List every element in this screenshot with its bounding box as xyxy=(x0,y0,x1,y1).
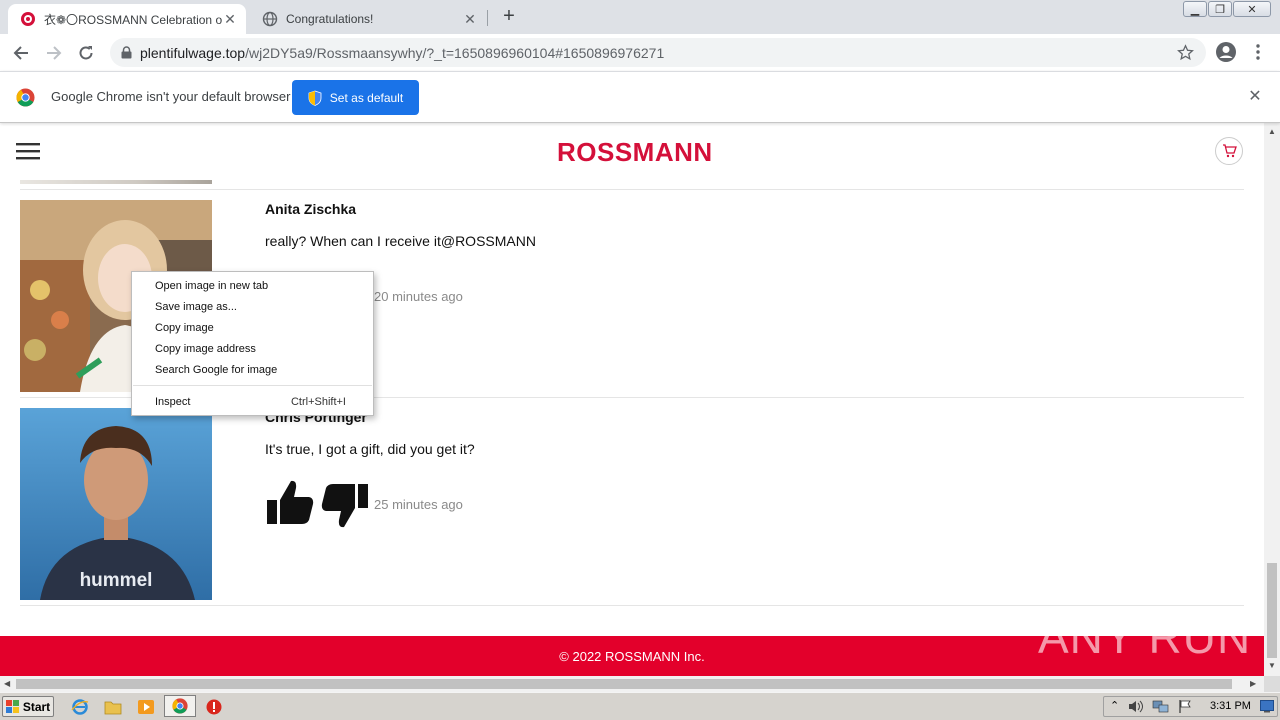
horizontal-scrollbar[interactable]: ◀ ▶ xyxy=(0,676,1264,692)
horizontal-scroll-thumb[interactable] xyxy=(16,679,1232,689)
ctx-copy-image-address[interactable]: Copy image address xyxy=(132,339,373,360)
vertical-scrollbar[interactable]: ▲ ▼ xyxy=(1264,123,1280,676)
site-header: ROSSMANN xyxy=(0,123,1264,180)
close-tab-icon[interactable]: ✕ xyxy=(222,11,238,27)
new-tab-icon[interactable]: + xyxy=(498,6,520,28)
show-hidden-icons-icon[interactable]: ⌃ xyxy=(1110,699,1119,712)
windows-taskbar: Start ⌃ 3:31 PM xyxy=(0,692,1280,720)
start-button[interactable]: Start xyxy=(2,696,54,717)
taskbar-chrome-button[interactable] xyxy=(164,695,196,717)
rossmann-logo[interactable]: ROSSMANN xyxy=(557,137,713,168)
comment-author: Anita Zischka xyxy=(265,201,357,217)
ctx-save-image-as[interactable]: Save image as... xyxy=(132,297,373,318)
action-center-flag-icon[interactable] xyxy=(1178,699,1193,714)
anyrun-watermark: ANY RUN xyxy=(1038,611,1252,663)
folder-icon[interactable] xyxy=(104,698,122,716)
infobar-message: Google Chrome isn't your default browser xyxy=(51,89,291,104)
cart-button[interactable] xyxy=(1215,137,1243,165)
address-bar[interactable]: plentifulwage.top/wj2DY5a9/Rossmaansywhy… xyxy=(110,38,1206,67)
tab-congratulations[interactable]: Congratulations! ✕ xyxy=(250,4,486,34)
comment-divider xyxy=(20,189,1244,190)
shield-icon xyxy=(308,90,322,106)
media-player-icon[interactable] xyxy=(137,698,155,716)
chrome-logo-icon xyxy=(16,88,35,107)
window-close-icon[interactable]: ✕ xyxy=(1233,1,1271,17)
comment-divider xyxy=(20,605,1244,606)
comment-text: really? When can I receive it@ROSSMANN xyxy=(265,233,536,249)
ctx-open-image-new-tab[interactable]: Open image in new tab xyxy=(132,276,373,297)
cart-icon xyxy=(1222,144,1237,158)
comment-time: 20 minutes ago xyxy=(374,289,463,304)
tab-title: Congratulations! xyxy=(286,12,374,26)
internet-explorer-icon[interactable] xyxy=(71,698,89,716)
rossmann-favicon-icon xyxy=(21,12,35,26)
profile-icon[interactable] xyxy=(1215,41,1237,63)
lock-icon xyxy=(121,46,132,59)
scrollbar-corner xyxy=(1264,676,1280,692)
network-icon[interactable] xyxy=(1152,699,1169,714)
bookmark-star-icon[interactable] xyxy=(1177,44,1194,61)
vertical-scroll-thumb[interactable] xyxy=(1267,563,1277,658)
chrome-logo-icon xyxy=(172,698,188,714)
scroll-down-icon[interactable]: ▼ xyxy=(1268,661,1276,670)
scroll-left-icon[interactable]: ◀ xyxy=(4,679,10,688)
volume-icon[interactable] xyxy=(1128,699,1144,714)
menu-kebab-icon[interactable] xyxy=(1250,43,1266,61)
infobar-close-icon[interactable]: ✕ xyxy=(1246,88,1264,106)
tab-separator xyxy=(487,10,488,26)
system-tray: ⌃ 3:31 PM xyxy=(1103,696,1278,717)
thumbs-down-icon[interactable] xyxy=(320,480,370,530)
comment-text: It's true, I got a gift, did you get it? xyxy=(265,441,475,457)
scroll-right-icon[interactable]: ▶ xyxy=(1250,679,1256,688)
windows-logo-icon xyxy=(5,700,19,713)
set-as-default-button[interactable]: Set as default xyxy=(292,80,419,115)
reload-icon[interactable] xyxy=(72,39,100,67)
ctx-copy-image[interactable]: Copy image xyxy=(132,318,373,339)
tab-title: 衣❁〇ROSSMANN Celebration of the xyxy=(44,12,222,27)
shirt-logo-text: hummel xyxy=(80,570,153,591)
restore-icon[interactable]: ❐ xyxy=(1208,1,1232,17)
browser-toolbar: plentifulwage.top/wj2DY5a9/Rossmaansywhy… xyxy=(0,34,1280,71)
back-icon[interactable] xyxy=(7,39,35,67)
thumbs-up-icon[interactable] xyxy=(265,478,315,528)
hamburger-menu-icon[interactable] xyxy=(16,141,40,161)
ctx-separator xyxy=(133,385,372,386)
image-context-menu: Open image in new tab Save image as... C… xyxy=(131,271,374,416)
tab-strip: 衣❁〇ROSSMANN Celebration of the ✕ Congrat… xyxy=(0,0,1280,34)
url-text: plentifulwage.top/wj2DY5a9/Rossmaansywhy… xyxy=(140,45,665,61)
forward-icon[interactable] xyxy=(40,39,68,67)
scroll-up-icon[interactable]: ▲ xyxy=(1268,127,1276,136)
comment-avatar-image[interactable]: hummel xyxy=(20,408,212,600)
taskbar-clock[interactable]: 3:31 PM xyxy=(1210,700,1251,712)
default-browser-infobar: Google Chrome isn't your default browser… xyxy=(0,71,1280,123)
antivirus-stop-icon[interactable] xyxy=(205,698,223,716)
globe-icon xyxy=(262,11,278,27)
ctx-search-google-image[interactable]: Search Google for image xyxy=(132,360,373,381)
comment-time: 25 minutes ago xyxy=(374,497,463,512)
show-desktop-icon[interactable] xyxy=(1260,700,1274,713)
minimize-icon[interactable]: ▁ xyxy=(1183,1,1207,17)
ctx-inspect[interactable]: Inspect Ctrl+Shift+I xyxy=(132,392,373,413)
tab-rossmann[interactable]: 衣❁〇ROSSMANN Celebration of the ✕ xyxy=(8,4,246,34)
close-tab-icon[interactable]: ✕ xyxy=(462,11,478,27)
